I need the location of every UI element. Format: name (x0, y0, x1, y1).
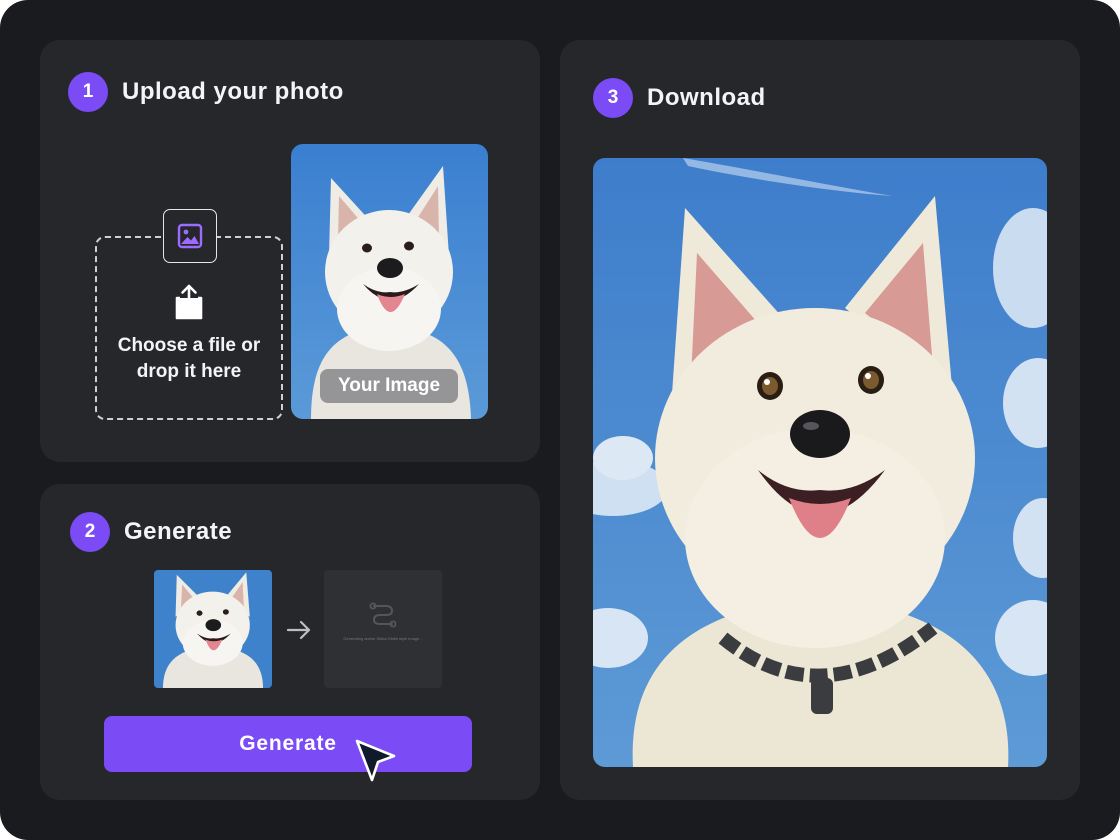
upload-card: 1 Upload your photo Choose a file or dro… (40, 40, 540, 462)
loading-icon (369, 602, 397, 628)
loading-status-text: Generating anime Shiba Ghibli style imag… (343, 636, 423, 641)
step-number-badge: 3 (593, 78, 633, 118)
file-dropzone[interactable] (95, 236, 283, 420)
download-step-title: Download (647, 84, 766, 111)
step-number-badge: 2 (70, 512, 110, 552)
generate-card: 2 Generate Generating anime Shiba Ghibli… (40, 484, 540, 800)
generate-button[interactable]: Generate (104, 716, 472, 772)
generate-step-title: Generate (124, 518, 233, 545)
dropzone-text-line2: drop it here (136, 361, 242, 382)
step-number-badge: 1 (68, 72, 108, 112)
arrow-right-icon (286, 620, 311, 640)
app-frame: 1 Upload your photo Choose a file or dro… (0, 0, 1120, 840)
download-step-header: 3 Download (593, 78, 766, 118)
upload-icon (175, 284, 203, 320)
uploaded-image-preview[interactable]: Your Image (291, 144, 488, 419)
upload-step-title: Upload your photo (122, 78, 344, 105)
dropzone-instructions: Choose a file or drop it here (95, 333, 283, 385)
source-thumbnail (154, 570, 272, 688)
dropzone-text-line1: Choose a file or (117, 335, 261, 356)
upload-step-header: 1 Upload your photo (68, 72, 344, 112)
image-icon (163, 209, 217, 263)
your-image-label: Your Image (320, 369, 458, 403)
result-placeholder: Generating anime Shiba Ghibli style imag… (324, 570, 442, 688)
cursor-icon (355, 739, 396, 782)
anime-dog-illustration (593, 158, 1047, 767)
download-card: 3 Download (560, 40, 1080, 800)
generate-step-header: 2 Generate (70, 512, 232, 552)
generated-anime-image[interactable] (593, 158, 1047, 767)
dog-thumbnail (154, 570, 272, 688)
